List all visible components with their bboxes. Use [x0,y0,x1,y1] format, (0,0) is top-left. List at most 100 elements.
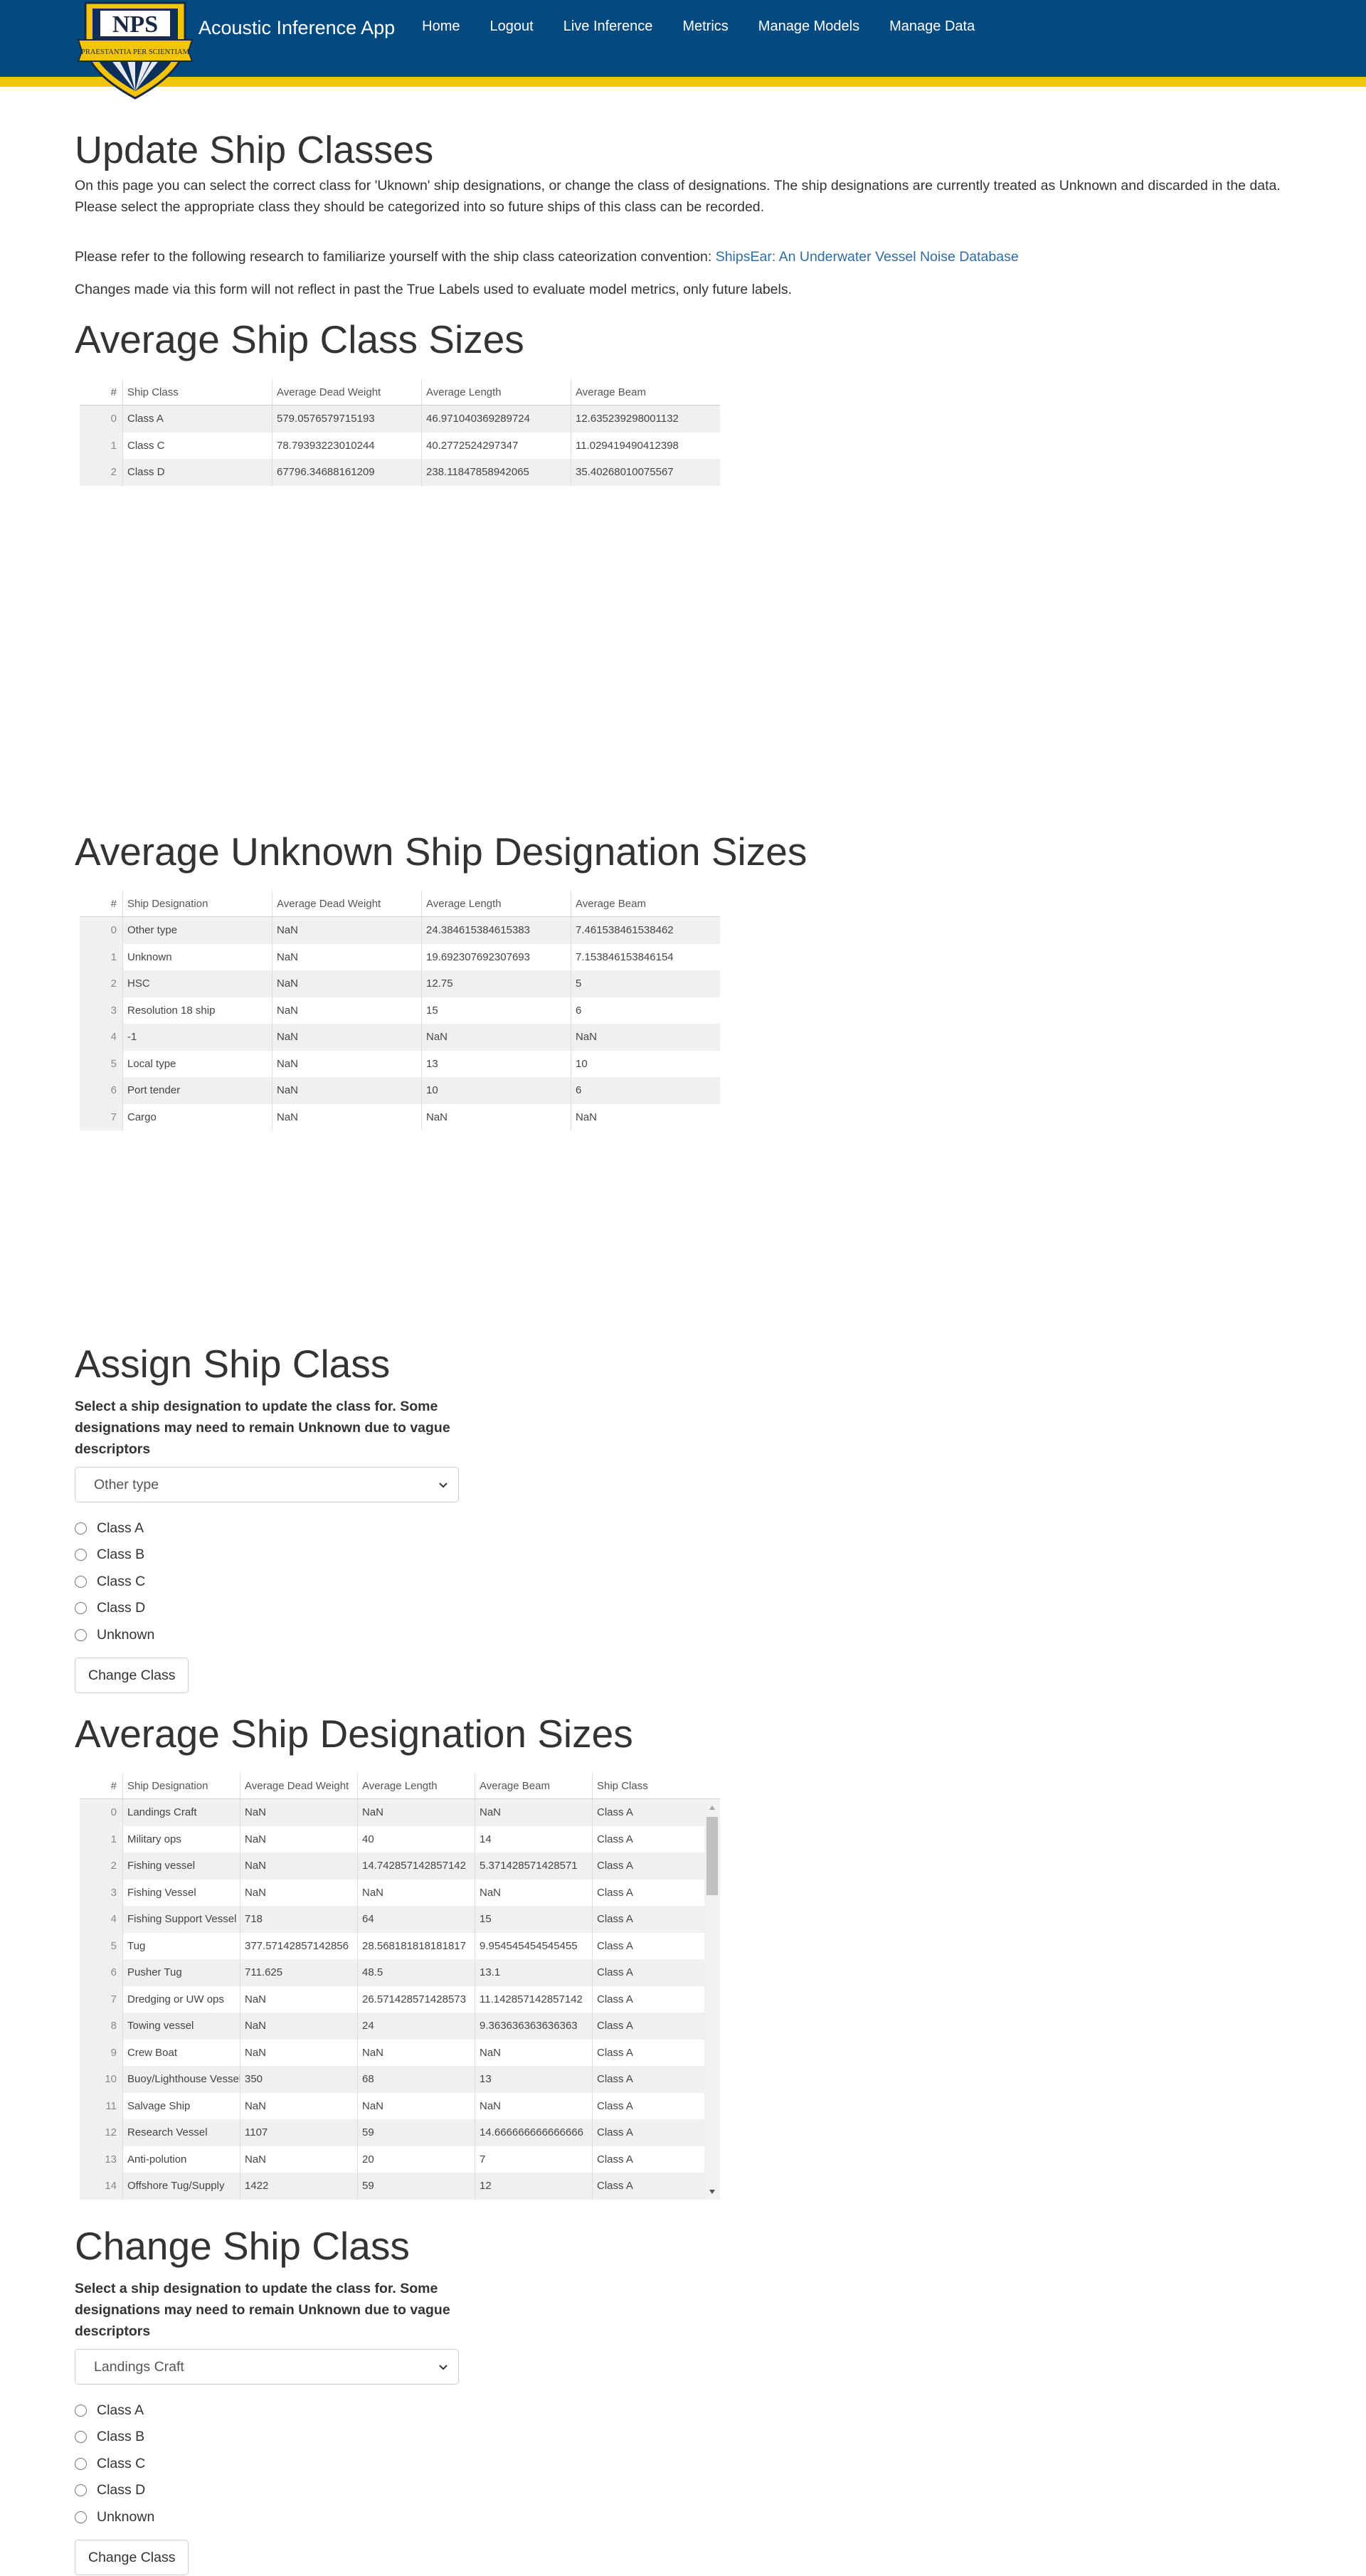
table-cell: NaN [240,1879,357,1906]
nav-home[interactable]: Home [422,18,460,35]
radio-button[interactable] [75,2484,87,2496]
table-cell: -1 [122,1024,272,1051]
chevron-down-icon [439,2365,448,2370]
change-change-class-button[interactable]: Change Class [75,2540,189,2575]
research-link[interactable]: ShipsEar: An Underwater Vessel Noise Dat… [716,249,1019,265]
table-cell: Military ops [122,1825,240,1853]
assign-designation-select[interactable]: Other type [75,1467,459,1502]
column-header: Average Dead Weight [240,1773,357,1798]
table-cell: Offshore Tug/Supply [122,2173,240,2200]
row-index: 6 [80,1077,122,1104]
radio-button[interactable] [75,1629,87,1641]
table-cell: 579.0576579715193 [272,406,421,433]
table-row: 14 Offshore Tug/Supply 1422 59 12 Class A [80,2173,720,2200]
radio-label: Unknown [97,2509,155,2525]
page-title: Update Ship Classes [75,129,434,171]
assign-radio-unknown[interactable]: Unknown [75,1627,154,1643]
class-sizes-title: Average Ship Class Sizes [75,317,524,361]
radio-button[interactable] [75,1522,87,1535]
row-index: 3 [80,1879,122,1906]
scrollbar-thumb[interactable] [706,1817,718,1895]
table-cell: NaN [421,1103,571,1130]
table-cell: 68 [357,2066,475,2093]
table-row: 0 Landings Craft NaN NaN NaN Class A [80,1799,720,1826]
table-row: 10 Buoy/Lighthouse Vessel 350 68 13 Class A [80,2066,720,2093]
assign-radio-class-c[interactable]: Class C [75,1574,145,1590]
table-cell: 14.666666666666666 [475,2119,592,2146]
radio-button[interactable] [75,2511,87,2523]
radio-label: Class A [97,1520,144,1536]
table-cell: NaN [240,2013,357,2040]
table-row: 5 Local type NaN 13 10 [80,1050,720,1077]
table-row: 11 Salvage Ship NaN NaN NaN Class A [80,2092,720,2119]
nav-manage-models[interactable]: Manage Models [758,18,859,35]
assign-form-title: Assign Ship Class [75,1342,391,1386]
radio-label: Class D [97,2482,146,2498]
table-cell: Other type [122,917,272,944]
table-cell: NaN [357,2092,475,2119]
table-scrollbar[interactable] [704,1800,720,2200]
table-cell: NaN [475,1879,592,1906]
nav-live-inference[interactable]: Live Inference [563,18,653,35]
assign-change-class-button[interactable]: Change Class [75,1658,189,1693]
nav-manage-data[interactable]: Manage Data [889,18,975,35]
table-cell: 46.971040369289724 [421,406,571,433]
table-cell: NaN [272,1103,421,1130]
change-form-title: Change Ship Class [75,2224,410,2268]
table-cell: 12.75 [421,970,571,997]
svg-text:NPS: NPS [112,11,158,38]
table-cell: 15 [421,997,571,1024]
assign-radio-class-a[interactable]: Class A [75,1520,144,1537]
change-designation-select[interactable]: Landings Craft [75,2349,459,2385]
table-cell: Fishing Vessel [122,1879,240,1906]
radio-button[interactable] [75,1576,87,1588]
nav-metrics[interactable]: Metrics [682,18,728,35]
change-radio-class-c[interactable]: Class C [75,2456,145,2472]
table-row: 1 Unknown NaN 19.692307692307693 7.153846153… [80,943,720,970]
table-cell: NaN [240,1799,357,1826]
column-header: Average Dead Weight [272,891,421,916]
nps-shield-logo[interactable]: NPS PRAESTANTIA PER SCIENTIAM [75,0,196,100]
row-index: 3 [80,997,122,1024]
table-cell: 11.142857142857142 [475,1986,592,2013]
triangle-down-icon[interactable] [704,2184,720,2200]
change-radio-unknown[interactable]: Unknown [75,2509,154,2525]
assign-form-label: Select a ship designation to update the … [75,1399,450,1457]
table-cell: NaN [240,1825,357,1853]
change-radio-class-b[interactable]: Class B [75,2429,144,2445]
triangle-up-icon[interactable] [704,1800,720,1816]
change-radio-class-a[interactable]: Class A [75,2402,144,2419]
table-cell: Class D [122,459,272,486]
assign-radio-class-b[interactable]: Class B [75,1547,144,1563]
column-header: Average Length [421,891,571,916]
change-radio-class-d[interactable]: Class D [75,2482,145,2498]
table-cell: Fishing vessel [122,1853,240,1880]
table-header-row: # Ship Designation Average Dead Weight Aver… [80,1773,720,1799]
table-cell: 13 [421,1050,571,1077]
row-index: 4 [80,1906,122,1933]
table-row: 2 HSC NaN 12.75 5 [80,970,720,997]
radio-button[interactable] [75,1549,87,1561]
table-cell: 7.461538461538462 [571,917,720,944]
designation-sizes-table[interactable]: # Ship Designation Average Dead Weight Aver… [80,1773,720,2200]
assign-radio-class-d[interactable]: Class D [75,1600,145,1616]
table-cell: Class A [592,1906,704,1933]
table-cell: NaN [240,2146,357,2173]
table-cell: Class A [122,406,272,433]
radio-button[interactable] [75,2431,87,2443]
table-header-row: # Ship Designation Average Dead Weight Aver… [80,891,720,917]
radio-button[interactable] [75,2405,87,2417]
table-cell: Class A [592,1879,704,1906]
table-header-row: # Ship Class Average Dead Weight Average Le… [80,379,720,406]
table-cell: Class A [592,2173,704,2200]
radio-button[interactable] [75,1602,87,1614]
app-brand[interactable]: Acoustic Inference App [198,17,395,39]
table-row: 5 Tug 377.57142857142856 28.568181818181817… [80,1932,720,1959]
row-index: 7 [80,1986,122,2013]
designation-sizes-title: Average Ship Designation Sizes [75,1712,633,1756]
radio-button[interactable] [75,2458,87,2470]
table-cell: Crew Boat [122,2039,240,2066]
research-prefix: Please refer to the following research t… [75,249,716,265]
row-index: 1 [80,943,122,970]
nav-logout[interactable]: Logout [490,18,534,35]
